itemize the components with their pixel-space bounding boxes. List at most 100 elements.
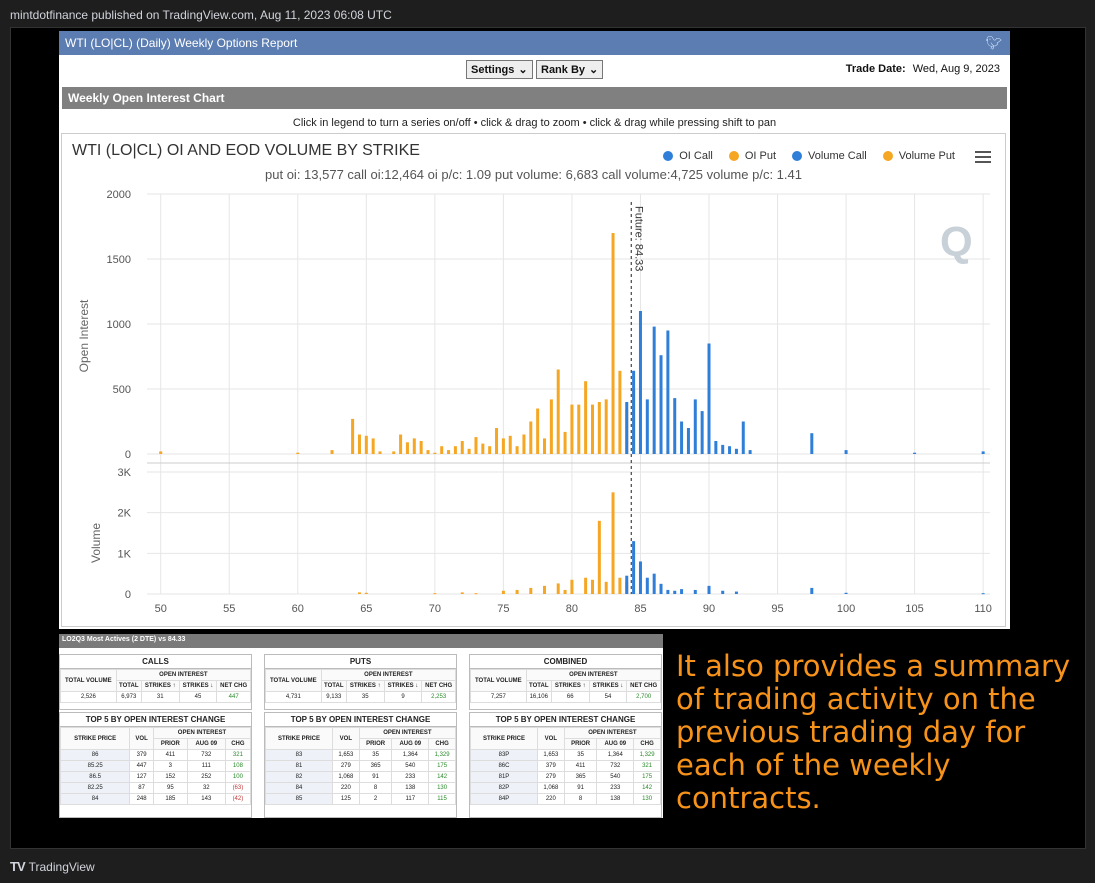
cell: 2,700 [626,691,661,703]
oi-call-bar [625,402,629,454]
y-axis-title: Open Interest [77,299,91,372]
cell: 95 [152,782,188,794]
header-cell: STRIKES ↓ [383,680,423,692]
cell: 125 [331,793,360,805]
cell: 117 [391,793,430,805]
oi-call-bar [707,343,711,454]
chart-legend: OI Call OI Put Volume Call Volume Put [663,150,955,162]
oi-put-bar [597,402,601,454]
oi-put-bar [296,452,300,454]
oi-call-bar [693,399,697,454]
oi-call-bar [748,450,752,454]
top-combined: TOP 5 BY OPEN INTEREST CHANGE STRIKE PRI… [469,712,662,818]
report-controls: Settings ⌄ Rank By ⌄ Trade Date: Wed, Au… [59,55,1010,85]
header-cell: TOTAL [525,680,552,692]
oi-put-bar [453,446,457,454]
oi-call-bar [652,326,656,454]
cell: 233 [596,782,635,794]
table-row: 83 1,653 35 1,364 1,329 [265,749,456,761]
x-tick-label: 90 [703,603,715,615]
oi-call-bar [741,421,745,454]
volume-put-bar [357,592,361,594]
calls-title: CALLS [60,655,251,669]
legend-volume-put[interactable]: Volume Put [882,150,955,162]
twitter-icon[interactable]: 🐦︎ [985,35,1002,51]
legend-dot [792,151,803,161]
oi-put-bar [563,431,567,454]
header-cell: PRIOR [563,738,598,750]
oi-put-bar [481,443,485,454]
settings-dropdown[interactable]: Settings ⌄ [466,60,533,79]
oi-put-bar [577,404,581,454]
hamburger-menu-icon[interactable] [975,151,991,163]
oi-put-bar [371,438,375,454]
x-tick-label: 95 [771,603,783,615]
cell: 1,364 [596,749,635,761]
cell: 86C [470,760,538,772]
x-tick-label: 60 [292,603,304,615]
cell: 2 [358,793,393,805]
table-row: 86C 379 411 732 321 [470,760,661,772]
oi-put-bar [392,451,396,454]
cell: 85 [265,793,333,805]
table-row: 85 125 2 117 115 [265,793,456,805]
cell: 142 [428,771,456,783]
cell: 32 [186,782,226,794]
header-cell: STRIKE PRICE [470,727,538,750]
legend-oi-put[interactable]: OI Put [728,150,776,162]
cell: 108 [224,760,252,772]
legend-label: OI Call [679,150,713,162]
oi-call-bar [673,398,677,454]
volume-call-bar [645,577,649,594]
header-cell: VOL [331,727,360,750]
cell: 35 [563,749,598,761]
cell: 220 [331,782,360,794]
volume-call-bar [666,589,670,594]
oi-put-bar [412,438,416,454]
cell: 411 [563,760,598,772]
header-cell: OPEN INTEREST [525,669,662,681]
header-cell: STRIKES ↑ [140,680,180,692]
y-tick-label: 1000 [107,319,131,331]
cell: 127 [129,771,154,783]
chart-svg[interactable]: 50 55 60 65 70 75 80 85 90 95 100 105 110 0 500 1000 150… [62,134,1007,628]
cell: 8 [563,793,598,805]
oi-put-bar [590,404,594,454]
oi-put-bar [330,450,334,454]
x-tick-label: 70 [429,603,441,615]
cell: 175 [633,771,661,783]
volume-call-bar [810,587,814,594]
oi-put-bar [549,399,553,454]
x-tick-label: 85 [634,603,646,615]
volume-put-bar [529,587,533,594]
volume-call-bar [734,591,738,594]
cell: 83P [470,749,538,761]
table-row: 84 220 8 138 130 [265,782,456,794]
table-row: 84P 220 8 138 130 [470,793,661,805]
header-cell: STRIKES ↓ [178,680,218,692]
legend-oi-call[interactable]: OI Call [663,150,713,162]
header-cell: PRIOR [358,738,393,750]
oi-call-bar [659,355,663,454]
cell: 185 [152,793,188,805]
puts-summary: PUTS TOTAL VOLUME OPEN INTEREST TOTAL STRI… [264,654,457,710]
section-title: Weekly Open Interest Chart [62,87,1007,109]
header-cell: TOTAL VOLUME [470,669,527,692]
cell: (63) [224,782,252,794]
volume-put-bar [597,520,601,594]
most-actives-panel: LO2Q3 Most Actives (2 DTE) vs 84.33 CALL… [59,634,663,818]
cell: 138 [391,782,430,794]
volume-call-bar [721,590,725,594]
cell: 111 [186,760,226,772]
cell: 2,253 [421,691,456,703]
header-cell: STRIKES ↑ [345,680,385,692]
cell: 248 [129,793,154,805]
legend-label: Volume Call [808,150,867,162]
volume-put-bar [563,589,567,594]
header-cell: CHG [224,738,252,750]
combined-summary: COMBINED TOTAL VOLUME OPEN INTEREST TOTAL… [469,654,662,710]
oi-volume-chart[interactable]: 50 55 60 65 70 75 80 85 90 95 100 105 110 0 500 1000 150… [61,133,1006,627]
legend-volume-call[interactable]: Volume Call [792,150,867,162]
rank-by-dropdown[interactable]: Rank By ⌄ [536,60,604,79]
report-header: WTI (LO|CL) (Daily) Weekly Options Repor… [59,31,1010,55]
